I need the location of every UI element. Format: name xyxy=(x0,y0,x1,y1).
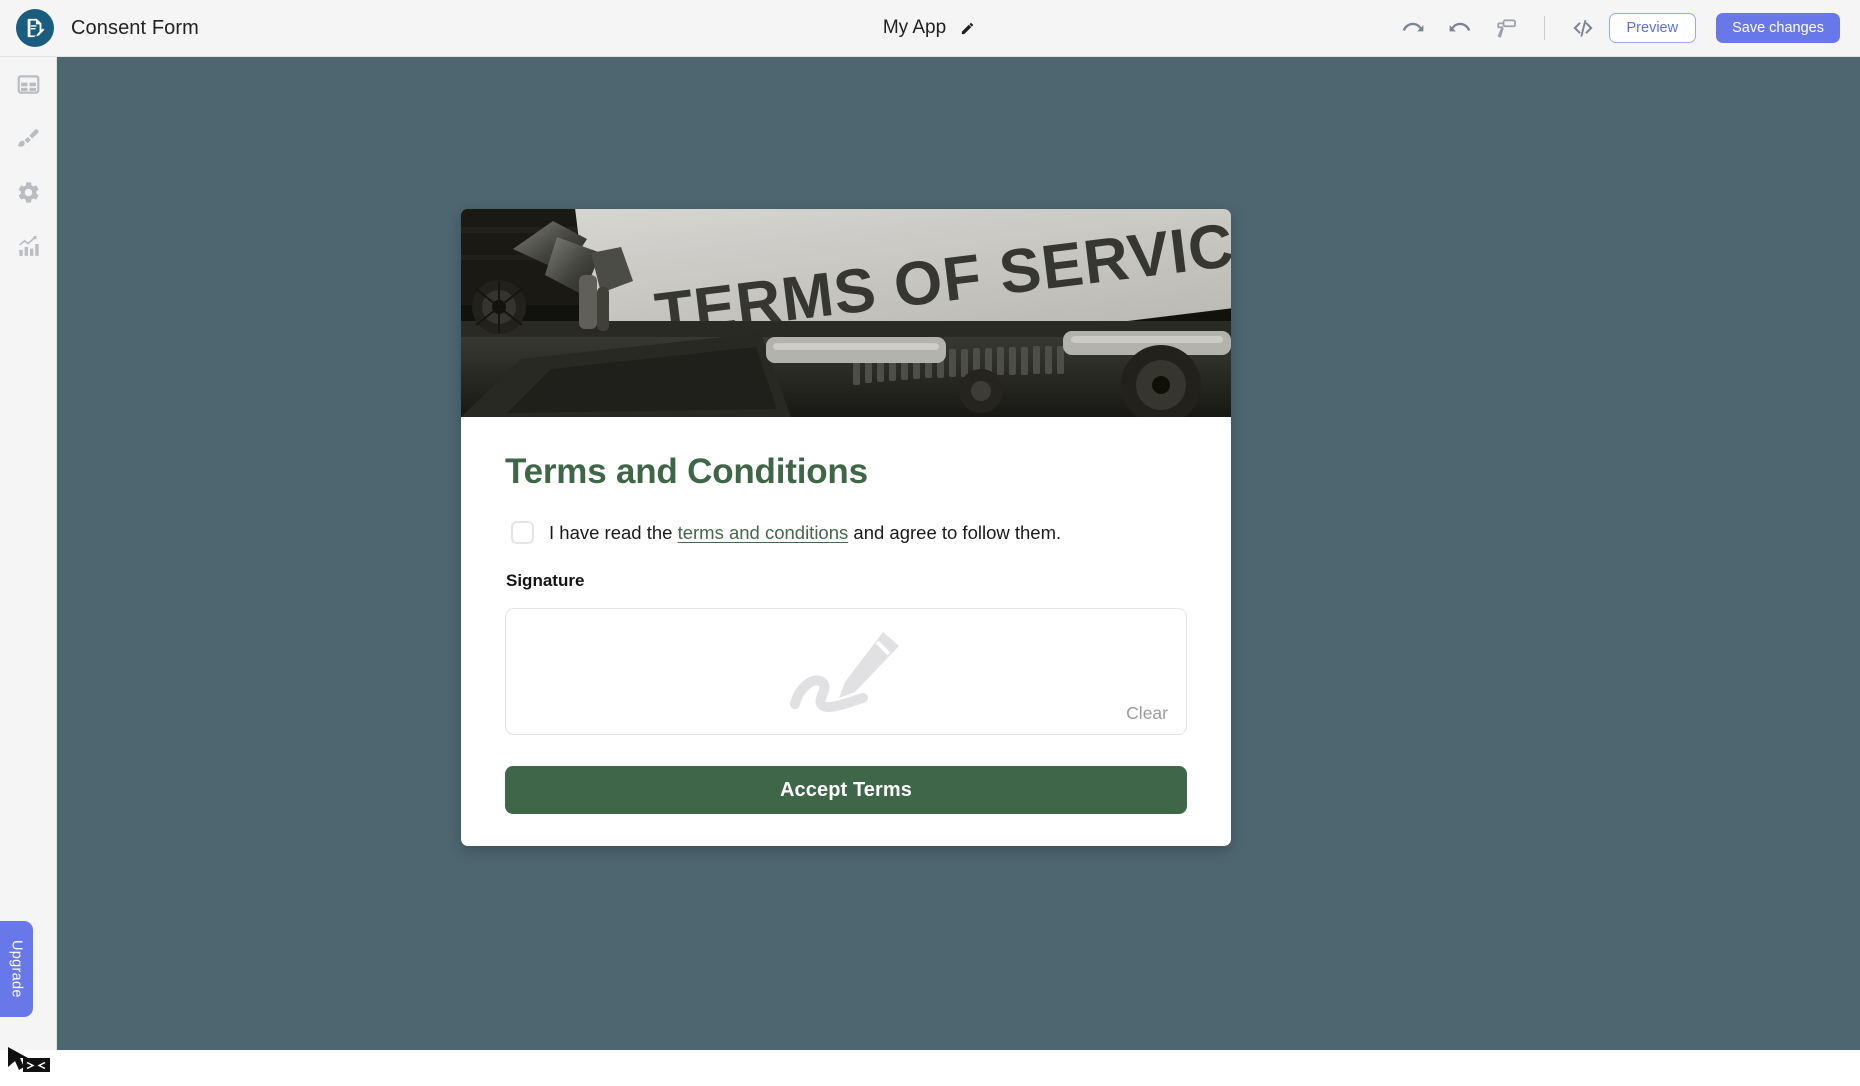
paint-brush-icon xyxy=(17,128,39,147)
sidebar-nav xyxy=(0,57,56,273)
clear-signature-button[interactable]: Clear xyxy=(1126,703,1168,724)
app-canvas: TERMS OF SERVICE Terms and Conditions I … xyxy=(57,57,1860,1050)
gear-icon xyxy=(18,181,39,203)
terms-of-service-photo: TERMS OF SERVICE xyxy=(461,209,1231,417)
accept-terms-button[interactable]: Accept Terms xyxy=(505,766,1187,814)
table-layout-icon xyxy=(17,74,40,94)
chart-bars-icon xyxy=(19,235,39,256)
page-title: Terms and Conditions xyxy=(505,452,868,491)
brand: Consent Form xyxy=(0,9,199,47)
sidebar-item-theme[interactable] xyxy=(0,111,57,165)
consent-text: I have read the terms and conditions and… xyxy=(549,522,1061,544)
consent-card: TERMS OF SERVICE Terms and Conditions I … xyxy=(461,209,1231,846)
card-body: Terms and Conditions I have read the ter… xyxy=(461,417,1231,846)
pencil-icon xyxy=(962,22,974,34)
consent-text-before: I have read the xyxy=(549,521,678,543)
top-header-bar: Consent Form My App Preview Save changes xyxy=(0,0,1860,57)
sidebar-item-analytics[interactable] xyxy=(0,219,57,273)
code-view-button[interactable] xyxy=(1563,9,1603,47)
paint-roller-icon xyxy=(1497,18,1516,38)
redo-arrow-icon xyxy=(1449,22,1471,31)
signature-pen-icon xyxy=(789,631,899,712)
consent-row: I have read the terms and conditions and… xyxy=(505,521,1187,544)
app-title: Consent Form xyxy=(71,16,199,39)
terms-link[interactable]: terms and conditions xyxy=(678,522,849,543)
upgrade-label: Upgrade xyxy=(8,940,25,998)
undo-arrow-icon xyxy=(1402,22,1424,31)
project-name: My App xyxy=(882,17,947,38)
sidebar-item-layout[interactable] xyxy=(0,57,57,111)
rename-project-button[interactable] xyxy=(958,19,977,38)
redo-button[interactable] xyxy=(1440,9,1480,47)
cursor-pointer-graphic xyxy=(6,1045,52,1086)
document-pen-icon xyxy=(27,18,45,38)
toolbar-divider xyxy=(1543,16,1545,40)
terms-checkbox[interactable] xyxy=(511,521,534,544)
app-logo-icon[interactable] xyxy=(16,9,54,47)
upgrade-button[interactable]: Upgrade xyxy=(0,921,33,1017)
signature-pad[interactable]: Clear xyxy=(505,608,1187,735)
save-changes-button[interactable]: Save changes xyxy=(1716,13,1840,43)
code-brackets-icon xyxy=(1572,19,1593,37)
left-sidebar: Upgrade xyxy=(0,57,57,1072)
signature-label: Signature xyxy=(506,571,585,590)
preview-button[interactable]: Preview xyxy=(1608,13,1697,43)
hero-image: TERMS OF SERVICE xyxy=(461,209,1231,417)
theme-button[interactable] xyxy=(1486,9,1526,47)
mouse-cursor-icon xyxy=(8,1047,50,1072)
consent-text-after: and agree to follow them. xyxy=(848,521,1062,543)
sidebar-item-settings[interactable] xyxy=(0,165,57,219)
undo-button[interactable] xyxy=(1394,9,1434,47)
toolbar-actions: Preview Save changes xyxy=(1394,9,1860,47)
